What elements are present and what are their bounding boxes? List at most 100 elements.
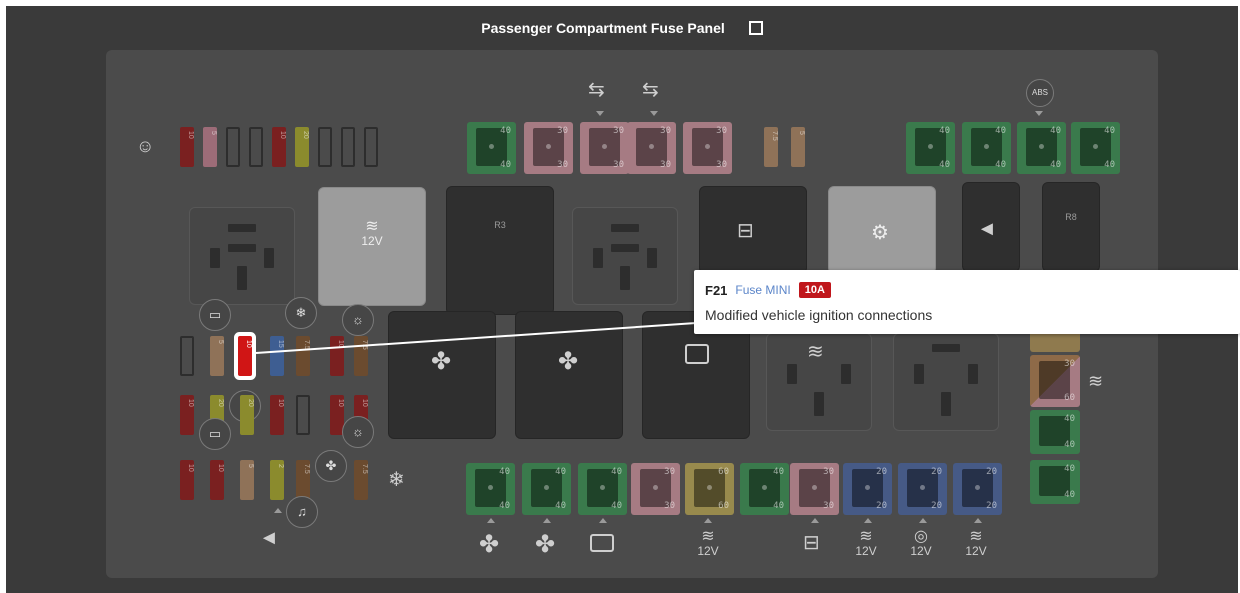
relay-label: R3: [494, 220, 506, 230]
maxi-fuse[interactable]: 40 40: [906, 122, 955, 174]
snowflake-icon: ❄: [388, 469, 405, 491]
horn-icon: ◄: [977, 218, 997, 240]
empty-fuse-slot: [318, 127, 332, 167]
snowflake-icon: ❄: [285, 297, 317, 329]
mini-fuse[interactable]: 10: [272, 127, 286, 167]
arrow-icon: [1035, 111, 1043, 116]
mini-fuse[interactable]: 15: [270, 336, 284, 376]
mini-fuse[interactable]: 10: [210, 460, 224, 500]
mini-fuse[interactable]: 20: [240, 395, 254, 435]
mini-fuse[interactable]: 20: [295, 127, 309, 167]
fan-icon: ✤: [431, 348, 452, 375]
relay[interactable]: ✤: [388, 311, 496, 439]
rear-defrost-icon: [685, 344, 709, 364]
rear-defrost-icon: ▭: [199, 418, 231, 450]
mini-fuse[interactable]: 5: [203, 127, 217, 167]
arrow-icon: [599, 518, 607, 523]
arrow-icon: [704, 518, 712, 523]
relay-slot[interactable]: ≋: [766, 333, 872, 431]
arrow-icon: [974, 518, 982, 523]
mini-fuse[interactable]: 5: [791, 127, 805, 167]
maxi-fuse[interactable]: 30 30: [790, 463, 839, 515]
maxi-fuse[interactable]: 20 20: [843, 463, 892, 515]
relay-slot[interactable]: [572, 207, 678, 305]
maxi-fuse[interactable]: 30 30: [580, 122, 629, 174]
rear-defrost-icon: [590, 534, 614, 552]
mini-fuse[interactable]: 10: [270, 395, 284, 435]
relay-slot[interactable]: [189, 207, 295, 305]
fan-icon: ✤: [479, 531, 500, 558]
fan-icon: ✤: [315, 450, 347, 482]
arrow-icon: [487, 518, 495, 523]
relay-slot[interactable]: [893, 333, 999, 431]
maxi-fuse[interactable]: 40 40: [467, 122, 516, 174]
maxi-fuse[interactable]: 30 30: [631, 463, 680, 515]
fuse-description: Modified vehicle ignition connections: [705, 307, 933, 323]
mini-fuse[interactable]: 10: [180, 127, 194, 167]
arrow-icon: [596, 111, 604, 116]
audio-icon: ♫: [286, 496, 318, 528]
arrow-icon: [650, 111, 658, 116]
mini-fuse[interactable]: 2: [270, 460, 284, 500]
relay-r8[interactable]: R8: [1042, 182, 1100, 272]
relay[interactable]: ⊟: [699, 186, 807, 274]
fuse-type: Fuse MINI: [735, 283, 791, 297]
seat-heat-12v-icon: ≋ 12V: [697, 528, 719, 559]
empty-fuse-slot: [341, 127, 355, 167]
rear-defrost-icon: ▭: [199, 299, 231, 331]
fan-icon: ✤: [558, 348, 579, 375]
maxi-fuse[interactable]: 40 40: [466, 463, 515, 515]
mini-fuse[interactable]: 10: [180, 395, 194, 435]
mini-fuse[interactable]: 7.5: [296, 460, 310, 500]
maxi-fuse[interactable]: 40 40: [740, 463, 789, 515]
empty-fuse-slot: [226, 127, 240, 167]
mini-fuse[interactable]: 10: [180, 460, 194, 500]
airbag-icon: ☺: [136, 136, 155, 156]
power-socket-12v-icon: ◎ 12V: [910, 528, 932, 559]
arrow-icon: [274, 508, 282, 513]
maxi-fuse[interactable]: 40 40: [1071, 122, 1120, 174]
mini-fuse[interactable]: 10: [330, 336, 344, 376]
empty-fuse-slot: [180, 336, 194, 376]
maxi-fuse[interactable]: 30 30: [683, 122, 732, 174]
maxi-fuse[interactable]: 30 60: [1030, 355, 1080, 407]
interior-light-icon: ☼: [342, 304, 374, 336]
maxi-fuse[interactable]: 40 40: [522, 463, 571, 515]
mini-fuse[interactable]: 5: [240, 460, 254, 500]
maxi-fuse[interactable]: 20 20: [953, 463, 1002, 515]
maxi-fuse[interactable]: 30 30: [524, 122, 573, 174]
seat-heat-12v-icon: ≋ 12V: [965, 528, 987, 559]
maxi-fuse[interactable]: 30 30: [627, 122, 676, 174]
arrow-icon: [919, 518, 927, 523]
relay[interactable]: ◄: [962, 182, 1020, 272]
mini-fuse[interactable]: 5: [210, 336, 224, 376]
amperage-badge: 10A: [798, 282, 831, 298]
maxi-fuse[interactable]: 40 40: [962, 122, 1011, 174]
empty-fuse-slot: [249, 127, 263, 167]
empty-fuse-slot: [364, 127, 378, 167]
horn-icon: ◄: [259, 527, 279, 549]
maxi-fuse[interactable]: 40 40: [1030, 410, 1080, 454]
engine-icon: ⚙: [871, 222, 889, 244]
relay[interactable]: ≋ 12V: [318, 187, 426, 306]
maxi-fuse[interactable]: 20 20: [898, 463, 947, 515]
window-icon: ⊟: [803, 532, 820, 554]
mini-fuse[interactable]: 7.5: [764, 127, 778, 167]
fan-icon: ✤: [535, 531, 556, 558]
mini-fuse[interactable]: 7.5: [354, 336, 368, 376]
relay-r3[interactable]: R3: [446, 186, 554, 315]
fullscreen-icon[interactable]: [748, 21, 763, 35]
maxi-fuse[interactable]: 40 40: [578, 463, 627, 515]
empty-fuse-slot: [296, 395, 310, 435]
title-bar: Passenger Compartment Fuse Panel: [6, 6, 1238, 50]
maxi-fuse[interactable]: 60 60: [685, 463, 734, 515]
mini-fuse[interactable]: 7.5: [296, 336, 310, 376]
mini-fuse-f21-selected[interactable]: 10: [238, 336, 252, 376]
maxi-fuse[interactable]: 40 40: [1030, 460, 1080, 504]
abs-icon: ABS: [1026, 79, 1054, 107]
interior-light-icon: ☼: [342, 416, 374, 448]
maxi-fuse[interactable]: 40 40: [1017, 122, 1066, 174]
relay[interactable]: ⚙: [828, 186, 936, 274]
mini-fuse[interactable]: 7.5: [354, 460, 368, 500]
arrow-icon: [543, 518, 551, 523]
